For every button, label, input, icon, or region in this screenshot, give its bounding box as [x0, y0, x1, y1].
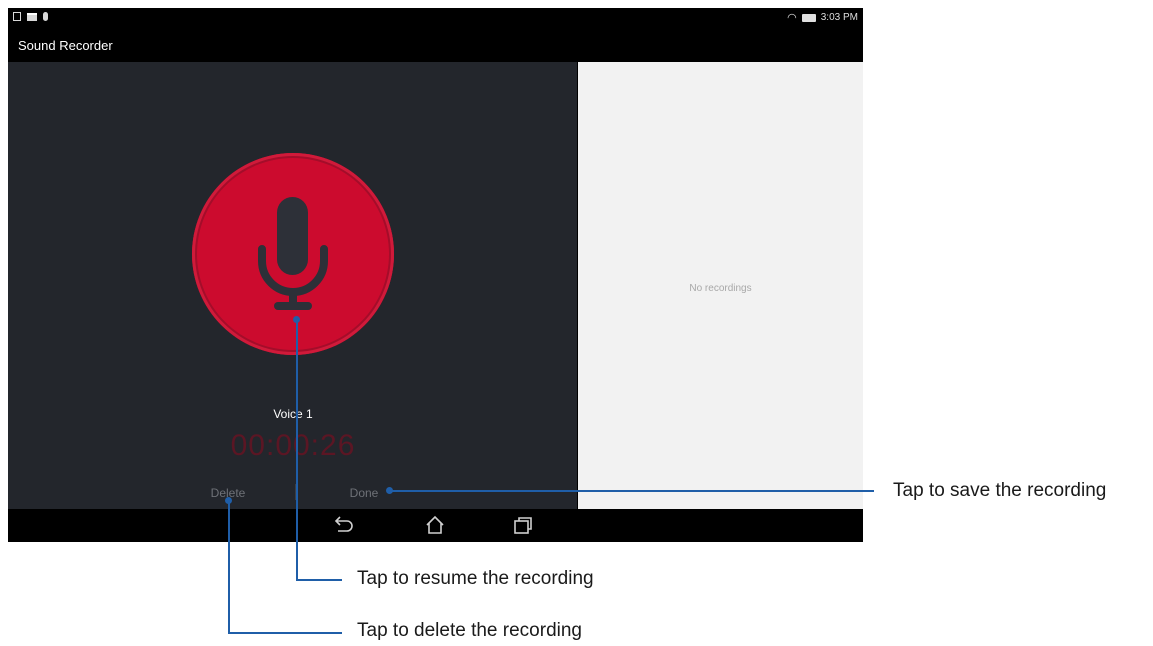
- recorder-panel: Voice 1 00:00:26 Delete Done: [8, 62, 577, 509]
- save-callout-line: [390, 490, 874, 492]
- recent-apps-icon[interactable]: [512, 515, 534, 535]
- wifi-icon: ◠: [787, 11, 797, 24]
- done-button[interactable]: Done: [334, 486, 394, 500]
- empty-list-text: No recordings: [689, 283, 752, 294]
- recording-timer: 00:00:26: [230, 429, 356, 462]
- resume-callout-line-horizontal: [296, 579, 342, 581]
- notification-icon: [13, 12, 21, 21]
- app-title: Sound Recorder: [18, 38, 113, 53]
- tablet-screen: ◠ 3:03 PM Sound Recorder Voice 1 00:00:2…: [8, 8, 863, 542]
- action-bar: Sound Recorder: [8, 30, 863, 62]
- clock: 3:03 PM: [820, 12, 858, 23]
- recordings-list-panel: No recordings: [578, 62, 863, 509]
- sd-card-icon: [27, 12, 37, 21]
- delete-callout-label: Tap to delete the recording: [357, 620, 582, 641]
- delete-callout-line-horizontal: [228, 632, 342, 634]
- back-icon[interactable]: [331, 515, 353, 535]
- save-callout-label: Tap to save the recording: [893, 480, 1107, 501]
- delete-callout-line-vertical: [228, 501, 230, 633]
- home-icon[interactable]: [424, 515, 446, 535]
- record-button[interactable]: [192, 153, 394, 355]
- resume-callout-line-vertical: [296, 320, 298, 580]
- recording-name: Voice 1: [273, 407, 313, 421]
- navigation-bar: [8, 509, 863, 542]
- status-bar: ◠ 3:03 PM: [8, 8, 863, 30]
- microphone-icon: [258, 197, 328, 310]
- resume-callout-label: Tap to resume the recording: [357, 568, 594, 589]
- battery-icon: [801, 13, 816, 22]
- mic-status-icon: [43, 12, 48, 21]
